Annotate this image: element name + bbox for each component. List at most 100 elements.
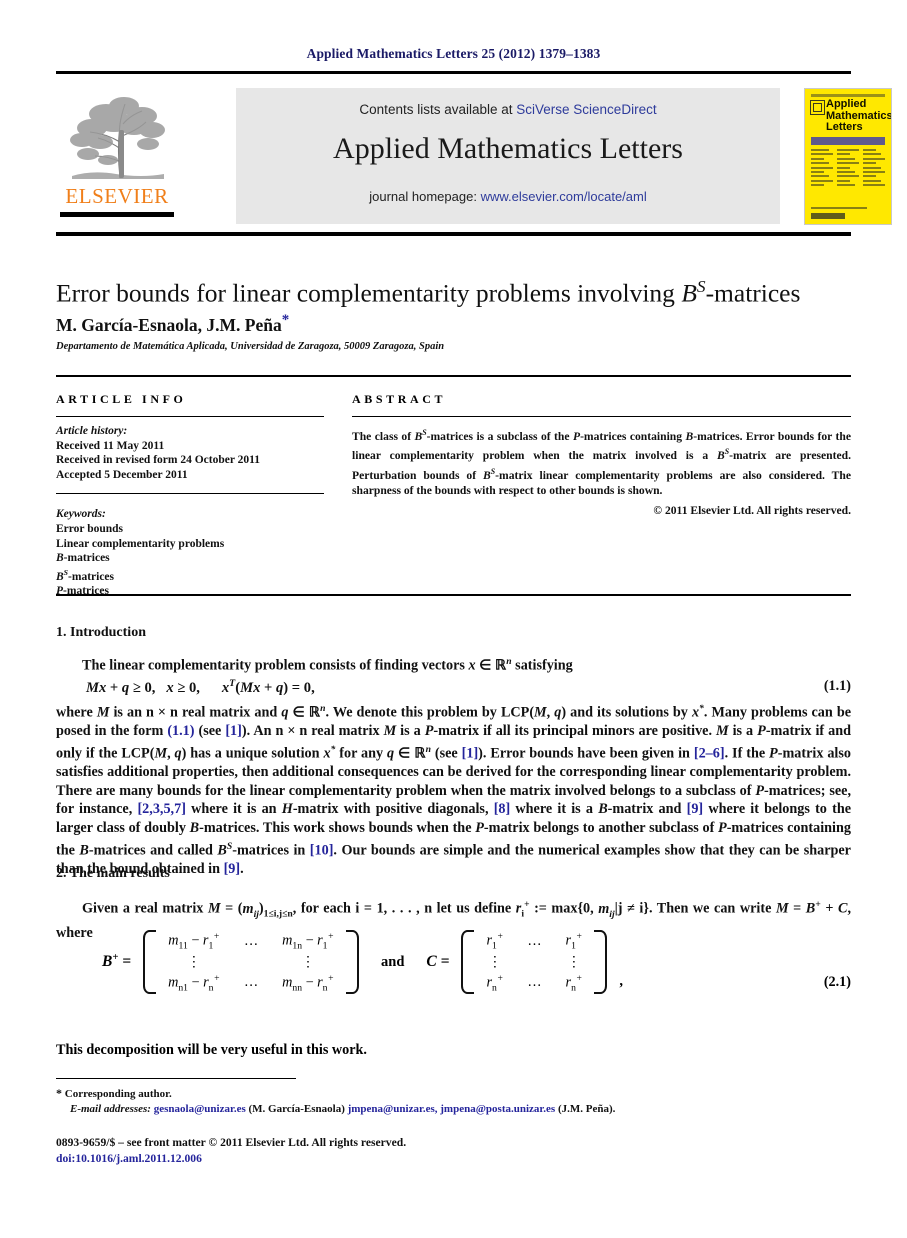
keyword-item: Linear complementarity problems <box>56 537 225 550</box>
email-line: E-mail addresses: gesnaola@unizar.es (M.… <box>56 1102 851 1117</box>
matrix-cell: m11 − r1+ <box>168 931 220 952</box>
history-item: Accepted 5 December 2011 <box>56 468 188 481</box>
homepage-prefix: journal homepage: <box>369 189 481 204</box>
doi-link[interactable]: doi:10.1016/j.aml.2011.12.006 <box>56 1152 202 1165</box>
corresponding-author-note: * Corresponding author. <box>56 1086 851 1102</box>
matrix-row-cells: r1+ … r1+ <box>474 930 594 953</box>
abstract-label: ABSTRACT <box>352 392 447 406</box>
history-item: Received in revised form 24 October 2011 <box>56 454 260 467</box>
email-link-2[interactable]: jmpena@unizar.es, <box>348 1103 438 1115</box>
asterisk-icon: * <box>56 1086 62 1100</box>
footnote-block: * Corresponding author. E-mail addresses… <box>56 1086 851 1117</box>
matrix-row-cells: m11 − r1+ … m1n − r1+ <box>156 930 346 953</box>
abstract-text: The class of BS-matrices is a subclass o… <box>352 428 851 497</box>
ref-link-10[interactable]: [10] <box>310 842 334 858</box>
article-history: Article history: Received 11 May 2011 Re… <box>56 424 324 482</box>
affiliation: Departamento de Matemática Aplicada, Uni… <box>56 341 445 352</box>
elsevier-tree-icon <box>70 97 165 179</box>
article-info-label: ARTICLE INFO <box>56 392 187 406</box>
contents-line: Contents lists available at SciVerse Sci… <box>236 102 780 117</box>
matrix-cell: … <box>527 974 542 991</box>
matrix-row-cells: ⋮ ⋮ <box>474 953 594 972</box>
elsevier-underbar <box>60 212 174 217</box>
ref-link-1b[interactable]: [1] <box>462 746 479 762</box>
matrix-conjunction: and <box>381 953 405 970</box>
main-results-heading: 2. The main results <box>56 866 170 881</box>
ref-link-8[interactable]: [8] <box>494 801 511 817</box>
journal-title: Applied Mathematics Letters <box>333 132 683 165</box>
cover-subtitle-bar <box>811 137 885 145</box>
cover-logo-icon <box>810 100 825 115</box>
elsevier-logo: ELSEVIER <box>56 88 178 224</box>
matrix-right-table: r1+ … r1+ ⋮ ⋮ rn+ … rn+ <box>474 930 594 994</box>
matrix-cell: r1+ <box>486 931 504 952</box>
cover-toc-columns <box>811 149 885 201</box>
contents-prefix: Contents lists available at <box>359 102 517 117</box>
email-link-3[interactable]: jmpena@posta.unizar.es <box>440 1103 555 1115</box>
matrix-left: m11 − r1+ … m1n − r1+ ⋮ ⋮ mn1 − rn+ … mn… <box>143 930 360 995</box>
matrix-cell: rn+ <box>486 972 504 994</box>
matrix-cell <box>232 953 270 972</box>
footer-rule <box>56 1078 296 1079</box>
header-rule <box>56 71 851 74</box>
keyword-item: Error bounds <box>56 522 124 535</box>
ref-link-eq-1-1[interactable]: (1.1) <box>167 723 194 739</box>
title-math-base: B <box>681 278 697 308</box>
matrix-cell: rn+ <box>565 972 583 994</box>
history-label: Article history: <box>56 425 128 437</box>
title-text-pre: Error bounds for linear complementarity … <box>56 278 682 308</box>
matrix-left-label: B+ = <box>102 952 132 971</box>
running-head: Applied Mathematics Letters 25 (2012) 13… <box>306 46 601 61</box>
equation-2-1-number: (2.1) <box>823 974 851 990</box>
keyword-item: B-matrices <box>56 552 110 565</box>
ref-link-1[interactable]: [1] <box>225 723 242 739</box>
cover-topline <box>811 94 885 97</box>
email-label: E-mail addresses: <box>70 1103 151 1115</box>
masthead-rule <box>56 232 851 236</box>
email-link-1[interactable]: gesnaola@unizar.es <box>154 1103 246 1115</box>
homepage-line: journal homepage: www.elsevier.com/locat… <box>236 189 780 204</box>
section-introduction: 1. Introduction <box>56 625 851 641</box>
ref-link-2-6[interactable]: [2–6] <box>694 746 725 762</box>
keywords-rule <box>56 493 324 495</box>
matrix-row: B+ = m11 − r1+ … m1n − r1+ ⋮ ⋮ mn1 − rn+… <box>56 930 851 995</box>
matrix-cell: mn1 − rn+ <box>168 972 220 994</box>
matrix-cell: mnn − rn+ <box>282 972 335 994</box>
matrix-cell: r1+ <box>565 931 583 952</box>
intro-lead-text: The linear complementarity problem consi… <box>82 656 573 674</box>
page-title: Error bounds for linear complementarity … <box>56 272 856 309</box>
journal-masthead: ELSEVIER Contents lists available at Sci… <box>56 88 892 225</box>
matrix-cell: ⋮ <box>487 953 502 970</box>
matrix-cell: … <box>243 974 259 991</box>
matrix-row-cells: mn1 − rn+ … mnn − rn+ <box>156 972 346 995</box>
history-item: Received 11 May 2011 <box>56 439 165 452</box>
journal-cover-thumbnail: Applied Mathematics Letters <box>804 88 892 225</box>
ref-link-2357[interactable]: [2,3,5,7] <box>137 801 185 817</box>
cover-toc-column <box>811 149 833 201</box>
article-info-rule <box>56 416 324 417</box>
corresponding-author-text: Corresponding author. <box>64 1088 172 1100</box>
keyword-item: BS-matrices <box>56 567 115 583</box>
matrix-cell <box>515 953 553 972</box>
matrix-cell: ⋮ <box>186 953 202 970</box>
paper-page: Applied Mathematics Letters 25 (2012) 13… <box>0 0 907 1238</box>
matrix-right-label: C = <box>426 953 450 971</box>
cover-publisher-mark <box>811 213 845 219</box>
corresponding-author-marker: * <box>281 312 290 328</box>
info-rule-top <box>56 375 851 377</box>
matrix-right: r1+ … r1+ ⋮ ⋮ rn+ … rn+ <box>461 930 608 995</box>
journal-homepage-link[interactable]: www.elsevier.com/locate/aml <box>481 189 647 204</box>
article-info-column: ARTICLE INFO Article history: Received 1… <box>56 392 324 599</box>
cover-title: Applied Mathematics Letters <box>826 98 892 133</box>
author-names: M. García-Esnaola, J.M. Peña <box>56 314 282 335</box>
after-matrix-text: This decomposition will be very useful i… <box>56 1042 367 1058</box>
matrix-cell: ⋮ <box>566 953 582 970</box>
abstract-rule <box>352 416 851 417</box>
cover-toc-column <box>863 149 885 201</box>
intro-body-paragraph: where M is an n × n real matrix and q ∈ … <box>56 700 851 879</box>
intro-body-text: where M is an n × n real matrix and q ∈ … <box>56 703 852 877</box>
ref-link-9[interactable]: [9] <box>687 801 704 817</box>
section-main-results: 2. The main results <box>56 866 851 882</box>
info-rule-bottom <box>56 594 851 596</box>
sciencedirect-link[interactable]: SciVerse ScienceDirect <box>516 102 656 117</box>
